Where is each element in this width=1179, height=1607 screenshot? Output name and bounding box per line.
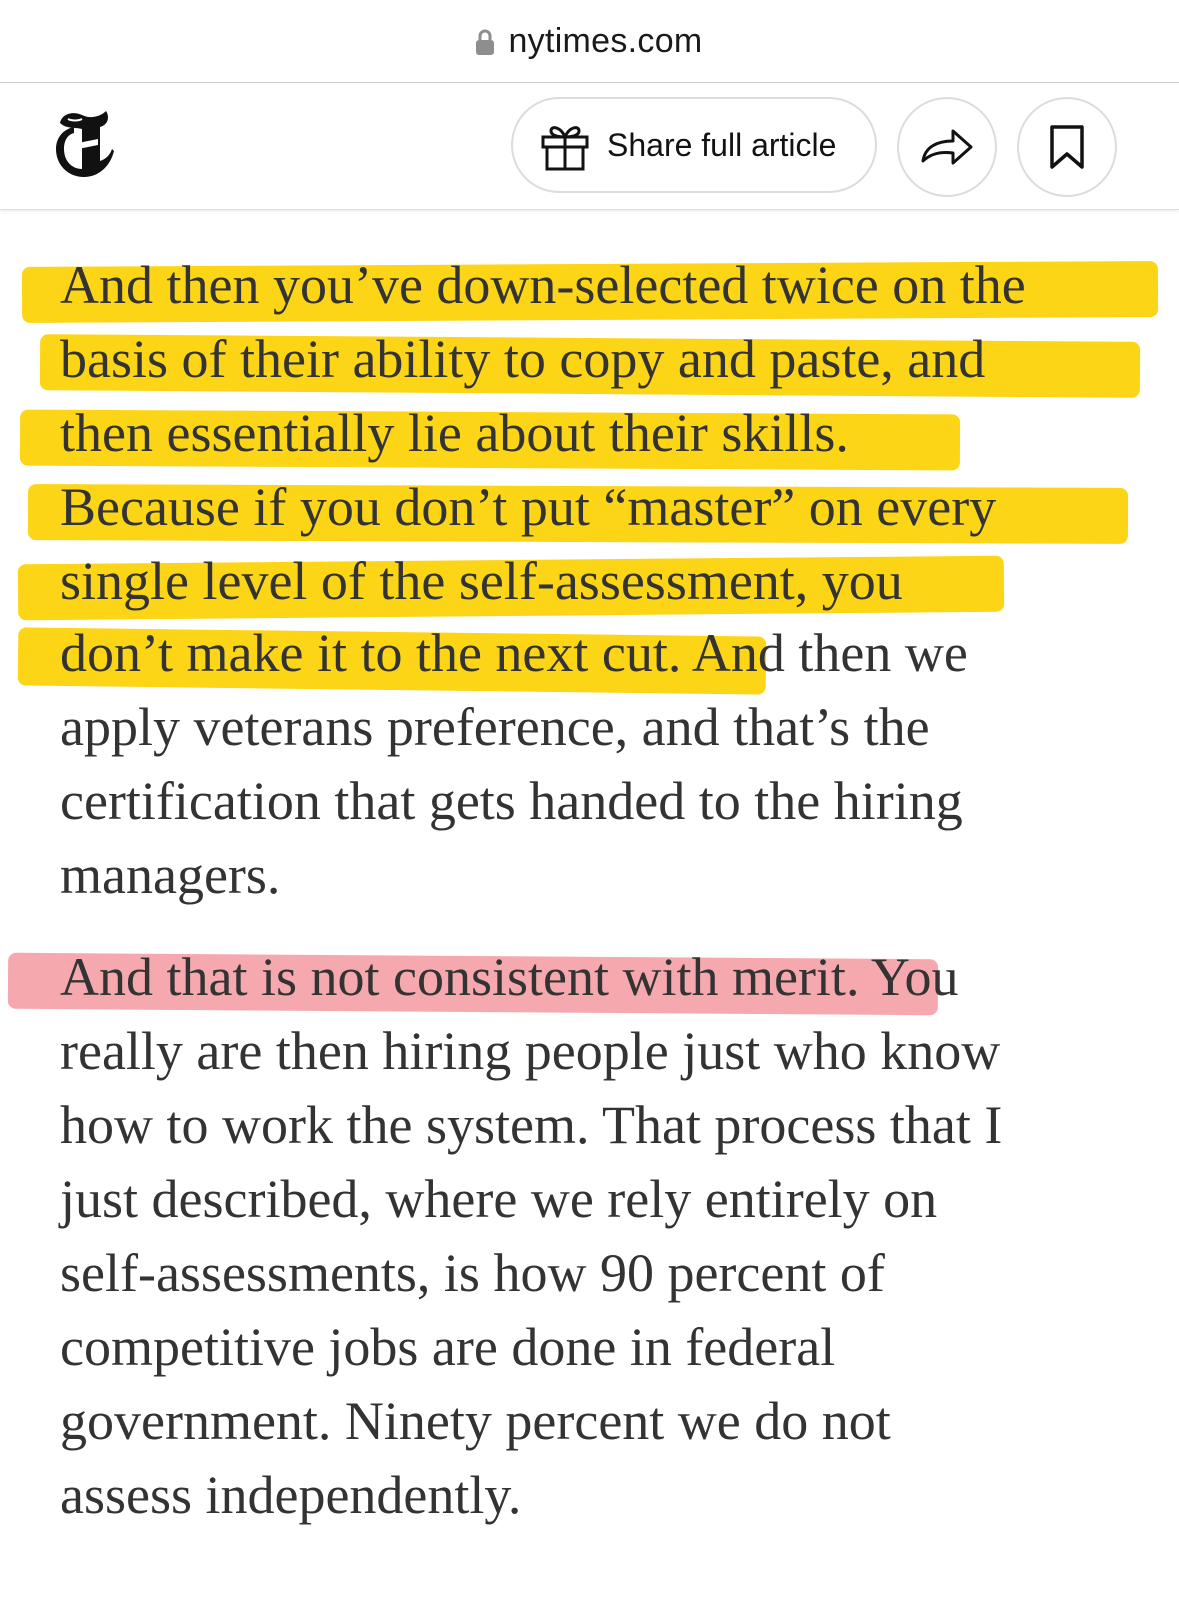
text-line: how to work the system. That process tha…: [60, 1095, 1003, 1155]
text-line: competitive jobs are done in federal: [60, 1317, 836, 1377]
text-line: Because if you don’t put “master” on eve…: [60, 477, 997, 537]
text-tail: . You: [845, 947, 959, 1007]
share-button[interactable]: [897, 97, 997, 197]
text-tail: And then we: [681, 623, 968, 683]
text-line: managers.: [60, 845, 281, 905]
nyt-logo-icon[interactable]: [52, 109, 116, 181]
bookmark-icon: [1050, 125, 1084, 169]
text-line: apply veterans preference, and that’s th…: [60, 697, 930, 757]
text-line: And then you’ve down-selected twice on t…: [60, 255, 1026, 315]
text-line: self-assessments, is how 90 percent of: [60, 1243, 885, 1303]
text-line: assess independently.: [60, 1465, 522, 1525]
url-domain: nytimes.com: [508, 21, 703, 60]
text-line: then essentially lie about their skills.: [60, 403, 849, 463]
highlighted-text: And that is not consistent with merit: [60, 947, 846, 1007]
text-line-with-tail: don’t make it to the next cut. And then …: [60, 616, 968, 691]
highlighted-text: don’t make it to the next cut.: [60, 623, 682, 683]
text-line: certification that gets handed to the hi…: [60, 771, 963, 831]
share-full-article-label: Share full article: [607, 126, 837, 163]
text-line: just described, where we rely entirely o…: [60, 1169, 938, 1229]
bookmark-button[interactable]: [1017, 97, 1117, 197]
text-line: really are then hiring people just who k…: [60, 1021, 1001, 1081]
text-line: government. Ninety percent we do not: [60, 1391, 891, 1451]
text-line: basis of their ability to copy and paste…: [60, 329, 986, 389]
browser-url-bar[interactable]: nytimes.com: [0, 0, 1179, 83]
share-full-article-button[interactable]: Share full article: [511, 97, 877, 193]
share-arrow-icon: [921, 129, 973, 165]
lock-icon: [476, 29, 495, 55]
gift-icon: [541, 126, 589, 171]
article-header: Share full article: [0, 83, 1179, 210]
text-line-with-tail: And that is not consistent with merit. Y…: [60, 940, 959, 1015]
text-line: single level of the self-assessment, you: [60, 551, 903, 611]
